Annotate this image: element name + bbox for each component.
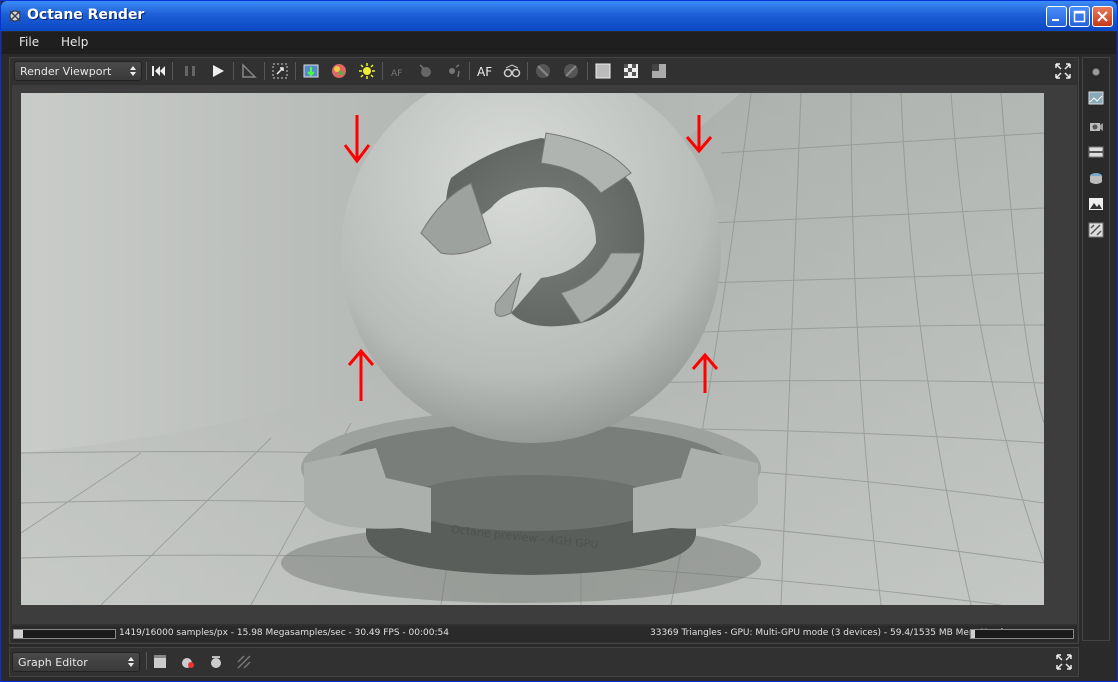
- object-icon[interactable]: [206, 652, 226, 672]
- grid-node-icon[interactable]: [234, 652, 254, 672]
- updown-icon: [130, 66, 136, 76]
- stereo-icon[interactable]: [502, 61, 522, 81]
- title-bar[interactable]: Octane Render: [1, 1, 1117, 31]
- object-pick-icon[interactable]: [416, 61, 436, 81]
- separator: [382, 62, 383, 80]
- side-panel: [1082, 57, 1110, 641]
- maximize-button[interactable]: [1069, 6, 1090, 27]
- updown-icon: [128, 657, 134, 667]
- octane-app-icon: [7, 8, 23, 24]
- imager-icon[interactable]: [1088, 196, 1104, 212]
- separator: [146, 62, 147, 80]
- render-progress-fill: [14, 630, 24, 638]
- graph-mode-select[interactable]: Graph Editor: [12, 652, 140, 672]
- svg-text:AF: AF: [391, 69, 402, 79]
- status-bar: 1419/16000 samples/px - 15.98 Megasample…: [12, 626, 1077, 642]
- pause-icon[interactable]: [180, 61, 200, 81]
- scene-icon[interactable]: [150, 652, 170, 672]
- film-icon[interactable]: [1088, 144, 1104, 160]
- separator: [587, 62, 588, 80]
- rewind-icon[interactable]: [149, 61, 169, 81]
- separator: [295, 62, 296, 80]
- checker-icon[interactable]: [621, 61, 641, 81]
- lock2-icon[interactable]: [561, 61, 581, 81]
- material-icon[interactable]: [178, 652, 198, 672]
- mem-progress-bar: [970, 629, 1074, 639]
- af-label: AF: [477, 65, 492, 79]
- menu-bar: File Help: [2, 32, 1116, 54]
- image-settings-icon[interactable]: [1088, 90, 1104, 106]
- graph-mode-label: Graph Editor: [18, 656, 88, 669]
- separator: [469, 62, 470, 80]
- resize-icon[interactable]: [270, 61, 290, 81]
- render-image[interactable]: Octane preview - 4GH GPU: [21, 93, 1044, 605]
- save-image-icon[interactable]: [301, 61, 321, 81]
- kernel-icon[interactable]: [1088, 222, 1104, 238]
- lock-icon[interactable]: [533, 61, 553, 81]
- pick-icon[interactable]: [444, 61, 464, 81]
- measure-icon[interactable]: [239, 61, 259, 81]
- menu-help[interactable]: Help: [61, 35, 88, 49]
- dot-icon[interactable]: [1088, 64, 1104, 80]
- viewport-mode-label: Render Viewport: [20, 65, 112, 78]
- environment-icon[interactable]: [1088, 170, 1104, 186]
- separator: [527, 62, 528, 80]
- render-progress-bar: [13, 629, 116, 639]
- graph-editor-panel: Graph Editor: [9, 647, 1079, 677]
- fullscreen-icon[interactable]: [1053, 61, 1073, 81]
- minimize-button[interactable]: [1046, 6, 1067, 27]
- menu-file[interactable]: File: [19, 35, 39, 49]
- af-icon[interactable]: AF: [475, 61, 499, 81]
- mem-progress-fill: [971, 630, 976, 638]
- camera-icon[interactable]: [1088, 118, 1104, 134]
- separator: [172, 62, 173, 80]
- viewport-mode-select[interactable]: Render Viewport: [14, 61, 142, 81]
- render-stats: 1419/16000 samples/px - 15.98 Megasample…: [119, 628, 449, 638]
- split-icon[interactable]: [649, 61, 669, 81]
- viewport-toolbar: Render Viewport AF AF: [12, 58, 1077, 84]
- separator: [146, 652, 147, 670]
- region-icon[interactable]: [593, 61, 613, 81]
- separator: [264, 62, 265, 80]
- separator: [233, 62, 234, 80]
- gpu-stats: 33369 Triangles - GPU: Multi-GPU mode (3…: [650, 628, 1004, 638]
- light-icon[interactable]: [357, 61, 377, 81]
- window-title: Octane Render: [27, 7, 145, 23]
- close-button[interactable]: [1092, 6, 1113, 27]
- focus-pick-icon[interactable]: AF: [388, 61, 408, 81]
- app-window: Octane Render File Help Render Viewport: [0, 0, 1118, 682]
- graph-fullscreen-icon[interactable]: [1054, 652, 1074, 672]
- material-picker-icon[interactable]: [329, 61, 349, 81]
- play-icon[interactable]: [208, 61, 228, 81]
